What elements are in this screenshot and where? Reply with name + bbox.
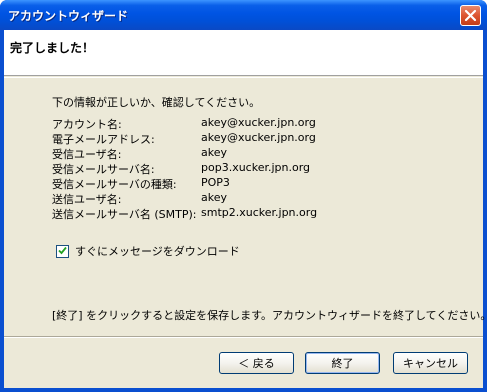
summary-row-outgoing-user: 送信ユーザ名: akey xyxy=(52,191,352,206)
wizard-client-area: 完了しました！ 下の情報が正しいか、確認してください。 アカウント名: akey… xyxy=(4,30,487,388)
summary-label: アカウント名: xyxy=(52,118,122,131)
account-wizard-window: アカウントウィザード 完了しました！ 下の情報が正しいか、確認してください。 ア… xyxy=(0,0,487,392)
summary-value: akey xyxy=(201,146,227,159)
back-button[interactable]: ＜ 戻る xyxy=(219,352,294,374)
summary-value: smtp2.xucker.jpn.org xyxy=(201,206,318,219)
summary-row-email: 電子メールアドレス: akey@xucker.jpn.org xyxy=(52,131,352,146)
cancel-button[interactable]: キャンセル xyxy=(393,352,468,374)
close-button[interactable] xyxy=(460,5,481,26)
summary-label: 受信メールサーバ名: xyxy=(52,163,155,176)
wizard-header: 完了しました！ xyxy=(4,30,483,76)
summary-label: 送信ユーザ名: xyxy=(52,193,122,206)
summary-row-incoming-user: 受信ユーザ名: akey xyxy=(52,146,352,161)
summary-value: akey xyxy=(201,191,227,204)
intro-text: 下の情報が正しいか、確認してください。 xyxy=(52,96,261,109)
close-icon xyxy=(464,9,477,22)
summary-row-incoming-server: 受信メールサーバ名: pop3.xucker.jpn.org xyxy=(52,161,352,176)
summary-value: akey@xucker.jpn.org xyxy=(201,116,316,129)
download-now-checkbox[interactable] xyxy=(56,244,69,258)
summary-label: 電子メールアドレス: xyxy=(52,133,155,146)
page-title: 完了しました！ xyxy=(10,41,95,55)
window-title: アカウントウィザード xyxy=(8,9,129,23)
account-summary: アカウント名: akey@xucker.jpn.org 電子メールアドレス: a… xyxy=(52,116,352,221)
summary-label: 受信メールサーバの種類: xyxy=(52,178,177,191)
summary-value: POP3 xyxy=(201,176,230,189)
download-now-label[interactable]: すぐにメッセージをダウンロード xyxy=(75,243,240,259)
summary-label: 送信メールサーバ名 (SMTP): xyxy=(52,208,197,221)
finish-button[interactable]: 終了 xyxy=(305,352,380,374)
summary-value: akey@xucker.jpn.org xyxy=(201,131,316,144)
finish-instruction: [終了] をクリックすると設定を保存します。アカウントウィザードを終了してくださ… xyxy=(52,309,487,322)
title-bar[interactable]: アカウントウィザード xyxy=(0,0,487,30)
button-separator xyxy=(4,336,483,338)
summary-row-outgoing-server: 送信メールサーバ名 (SMTP): smtp2.xucker.jpn.org xyxy=(52,206,352,221)
summary-row-incoming-server-type: 受信メールサーバの種類: POP3 xyxy=(52,176,352,191)
summary-value: pop3.xucker.jpn.org xyxy=(201,161,311,174)
download-now-option[interactable]: すぐにメッセージをダウンロード xyxy=(56,244,240,258)
summary-label: 受信ユーザ名: xyxy=(52,148,122,161)
checkmark-icon xyxy=(58,245,67,258)
summary-row-account-name: アカウント名: akey@xucker.jpn.org xyxy=(52,116,352,131)
header-divider xyxy=(4,77,483,78)
